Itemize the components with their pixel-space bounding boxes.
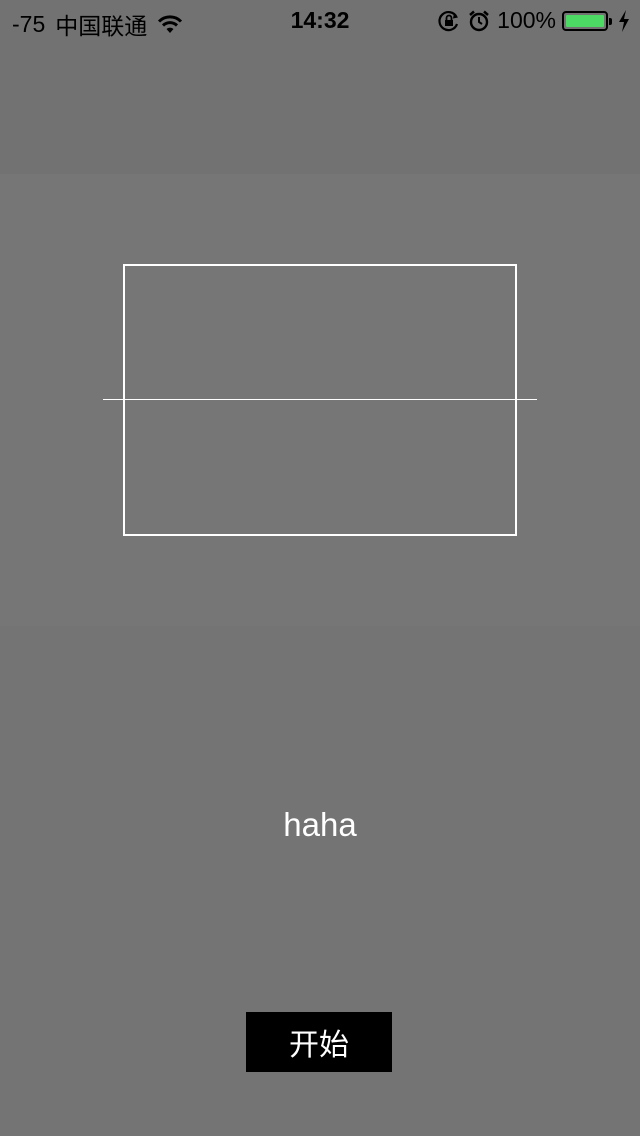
alarm-icon xyxy=(467,9,491,33)
start-button[interactable]: 开始 xyxy=(246,1012,392,1072)
status-right: 100% xyxy=(437,7,630,34)
scan-line xyxy=(103,399,537,400)
status-bar: -75 中国联通 14:32 100% xyxy=(0,0,640,40)
charging-bolt-icon xyxy=(618,9,630,32)
battery-fill xyxy=(566,14,604,27)
rotation-lock-icon xyxy=(437,9,461,33)
battery-tip xyxy=(609,17,612,25)
scanner-screen: -75 中国联通 14:32 100% haha 开始 xyxy=(0,0,640,1136)
battery-icon xyxy=(562,10,612,31)
result-label: haha xyxy=(283,806,357,843)
battery-percent: 100% xyxy=(497,7,556,33)
scan-frame xyxy=(123,264,517,536)
